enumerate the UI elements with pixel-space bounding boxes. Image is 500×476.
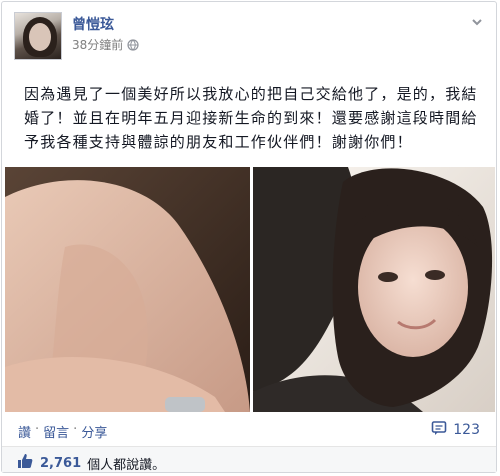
post-actions: 讚 · 留言 · 分享 bbox=[18, 422, 107, 441]
comment-link[interactable]: 留言 bbox=[43, 422, 69, 441]
likes-count[interactable]: 2,761 bbox=[40, 456, 81, 471]
ring-hand-photo[interactable] bbox=[5, 167, 250, 412]
separator: · bbox=[73, 422, 78, 437]
share-link[interactable]: 分享 bbox=[81, 422, 107, 441]
author-name[interactable]: 曾愷玹 bbox=[72, 14, 114, 34]
author-avatar[interactable] bbox=[14, 12, 62, 60]
post-header: 曾愷玹 38分鐘前 bbox=[14, 12, 484, 64]
post-photos bbox=[5, 167, 495, 412]
chevron-down-icon[interactable] bbox=[470, 14, 484, 28]
couple-embrace-photo[interactable] bbox=[253, 167, 495, 412]
comments-count-value: 123 bbox=[453, 422, 480, 438]
facebook-post-card: 曾愷玹 38分鐘前 因為遇見了一個美好所以我放心的把自己交給他了，是的，我結婚了… bbox=[1, 1, 497, 473]
globe-icon bbox=[127, 38, 139, 51]
like-link[interactable]: 讚 bbox=[18, 422, 31, 441]
post-meta: 38分鐘前 bbox=[72, 36, 139, 53]
post-text: 因為遇見了一個美好所以我放心的把自己交給他了，是的，我結婚了！並且在明年五月迎接… bbox=[24, 85, 478, 151]
separator: · bbox=[35, 422, 40, 437]
thumbs-up-icon bbox=[16, 452, 34, 474]
comment-icon bbox=[431, 420, 447, 440]
comments-count[interactable]: 123 bbox=[431, 420, 480, 440]
likes-summary: 2,761 個人都說讚。 bbox=[16, 452, 165, 474]
post-timestamp[interactable]: 38分鐘前 bbox=[72, 36, 123, 53]
likes-text: 個人都說讚。 bbox=[87, 457, 166, 473]
